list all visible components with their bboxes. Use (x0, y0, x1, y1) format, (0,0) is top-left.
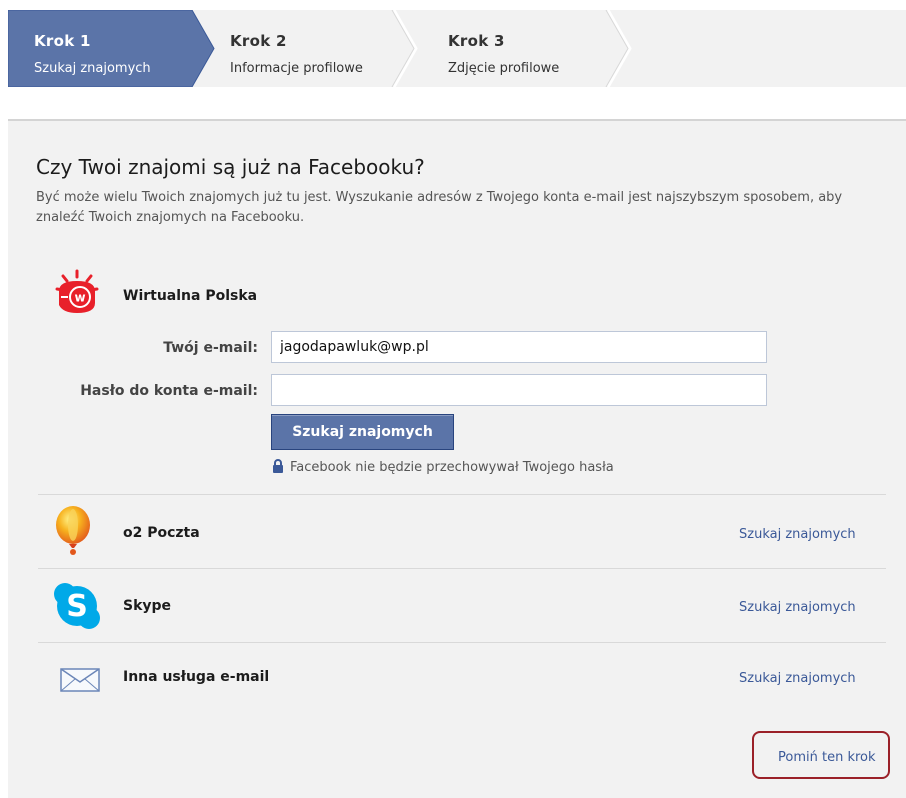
step-2-title: Krok 2 (230, 32, 287, 50)
email-label: Twój e-mail: (163, 340, 258, 356)
provider-name-o2: o2 Poczta (123, 525, 200, 541)
svg-text:w: w (74, 291, 85, 305)
wirtualna-polska-logo: w (55, 269, 99, 313)
skip-step-link[interactable]: Pomiń ten krok (778, 750, 876, 765)
provider-name-skype: Skype (123, 598, 172, 614)
page-description: Być może wielu Twoich znajomych już tu j… (36, 190, 843, 225)
find-friends-skype-link[interactable]: Szukaj znajomych (739, 600, 856, 615)
find-friends-button[interactable]: Szukaj znajomych (271, 414, 454, 450)
step-3-title: Krok 3 (448, 32, 505, 50)
step-2-subtitle: Informacje profilowe (230, 61, 363, 76)
divider (38, 568, 886, 569)
find-friends-o2-link[interactable]: Szukaj znajomych (739, 527, 856, 542)
provider-name-wp: Wirtualna Polska (123, 288, 258, 304)
step-wizard: Krok 1 Szukaj znajomych Krok 2 Informacj… (8, 10, 906, 87)
find-friends-other-email-link[interactable]: Szukaj znajomych (739, 671, 856, 686)
provider-name-other-email: Inna usługa e-mail (123, 669, 270, 685)
password-label: Hasło do konta e-mail: (80, 383, 258, 399)
skype-logo: S (54, 583, 100, 629)
find-friends-panel: Czy Twoi znajomi są już na Facebooku? By… (8, 119, 906, 798)
page-title: Czy Twoi znajomi są już na Facebooku? (36, 155, 425, 179)
svg-text:S: S (66, 589, 88, 624)
step-2: Krok 2 Informacje profilowe (198, 10, 418, 87)
step-3: Krok 3 Zdjęcie profilowe (416, 10, 636, 87)
privacy-note-text: Facebook nie będzie przechowywał Twojego… (290, 460, 614, 475)
step-3-subtitle: Zdjęcie profilowe (448, 61, 560, 76)
email-field[interactable] (271, 331, 767, 363)
envelope-icon (60, 668, 100, 692)
step-1: Krok 1 Szukaj znajomych (8, 10, 220, 87)
password-field[interactable] (271, 374, 767, 406)
lock-icon (273, 459, 283, 473)
step-1-title: Krok 1 (34, 32, 91, 50)
divider (38, 642, 886, 643)
divider (38, 494, 886, 495)
privacy-note: Facebook nie będzie przechowywał Twojego… (272, 459, 614, 475)
step-1-subtitle: Szukaj znajomych (34, 61, 151, 76)
o2-balloon-logo (56, 506, 90, 555)
